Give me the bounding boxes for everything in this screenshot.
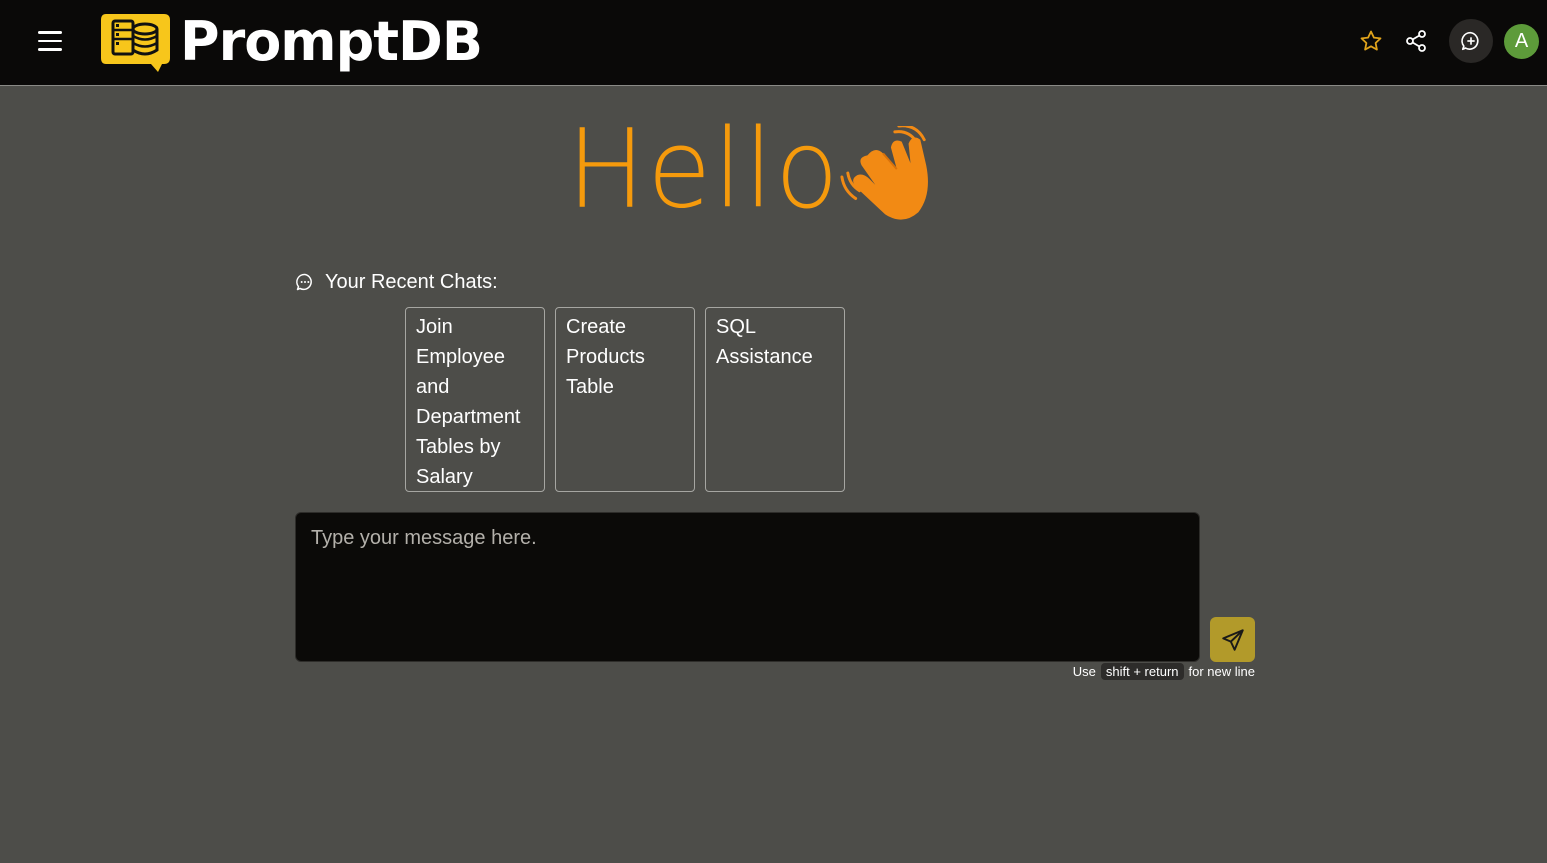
database-chat-logo bbox=[101, 14, 170, 72]
send-icon bbox=[1221, 628, 1244, 651]
recent-chat-title: Create Products Table bbox=[566, 316, 645, 398]
star-icon[interactable] bbox=[1354, 24, 1388, 58]
recent-chat-card[interactable]: SQL Assistance bbox=[705, 307, 845, 492]
user-avatar[interactable]: A bbox=[1504, 24, 1539, 59]
recent-chat-card[interactable]: Join Employee and Department Tables by S… bbox=[405, 307, 545, 492]
new-chat-icon[interactable] bbox=[1449, 19, 1493, 63]
newline-hint: Use shift + return for new line bbox=[1073, 663, 1255, 680]
greeting-text: Hello bbox=[567, 104, 841, 233]
recent-chats-label: Your Recent Chats: bbox=[325, 271, 498, 293]
top-navigation-bar: PromptDB A bbox=[0, 0, 1547, 86]
recent-chat-card[interactable]: Create Products Table bbox=[555, 307, 695, 492]
message-input[interactable] bbox=[295, 512, 1200, 662]
share-icon[interactable] bbox=[1399, 24, 1433, 58]
hint-suffix: for new line bbox=[1188, 664, 1255, 679]
hint-keys: shift + return bbox=[1100, 663, 1184, 680]
waving-hand-icon bbox=[840, 126, 928, 220]
recent-chat-title: Join Employee and Department Tables by S… bbox=[416, 316, 521, 488]
recent-chat-title: SQL Assistance bbox=[716, 316, 813, 368]
app-title: PromptDB bbox=[180, 10, 483, 73]
send-button[interactable] bbox=[1210, 617, 1255, 662]
hamburger-menu-icon[interactable] bbox=[38, 31, 62, 51]
chat-bubble-icon bbox=[295, 272, 315, 292]
recent-chats-header: Your Recent Chats: bbox=[295, 268, 498, 296]
hint-prefix: Use bbox=[1072, 664, 1096, 679]
greeting: Hello bbox=[560, 110, 960, 230]
